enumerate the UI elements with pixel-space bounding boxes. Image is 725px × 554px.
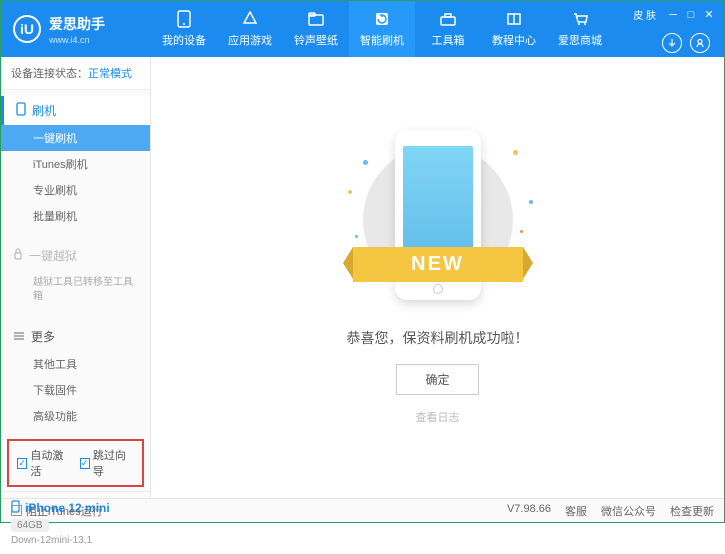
logo-icon: iU [13,15,41,43]
sidebar-head-more[interactable]: 更多 [1,322,150,351]
checkbox-skip-guide[interactable]: ✓ 跳过向导 [80,447,135,479]
new-banner: NEW [353,247,523,282]
nav-flash[interactable]: 智能刷机 [349,1,415,57]
menu-icon [13,330,25,344]
lock-icon [13,248,23,263]
close-button[interactable]: ✕ [702,8,716,22]
folder-icon [307,10,325,28]
view-log-link[interactable]: 查看日志 [416,409,460,425]
jailbreak-note: 越狱工具已转移至工具箱 [1,270,150,310]
refresh-icon [373,10,391,28]
minimize-button[interactable]: ─ [666,8,680,22]
sidebar: 设备连接状态：正常模式 刷机 一键刷机 iTunes刷机 专业刷机 批量刷机 一… [1,57,151,498]
sidebar-item-pro-flash[interactable]: 专业刷机 [1,177,150,203]
download-icon[interactable] [662,33,682,53]
footer-support[interactable]: 客服 [565,503,587,519]
main-panel: NEW 恭喜您，保资料刷机成功啦！ 确定 查看日志 [151,57,724,498]
cart-icon [571,10,589,28]
nav-toolbox[interactable]: 工具箱 [415,1,481,57]
ok-button[interactable]: 确定 [396,364,478,395]
sidebar-item-advanced[interactable]: 高级功能 [1,403,150,429]
sidebar-item-other-tools[interactable]: 其他工具 [1,351,150,377]
success-message: 恭喜您，保资料刷机成功啦！ [347,328,529,348]
brand-url: www.i4.cn [49,35,105,45]
nav-ringtones[interactable]: 铃声壁纸 [283,1,349,57]
phone-illustration: NEW [383,130,493,310]
apps-icon [241,10,259,28]
checkbox-block-itunes[interactable] [11,505,22,516]
checkbox-highlight-area: ✓ 自动激活 ✓ 跳过向导 [7,439,144,487]
phone-outline-icon [16,102,26,119]
connection-status: 设备连接状态：正常模式 [1,57,150,90]
nav-store[interactable]: 爱思商城 [547,1,613,57]
checkbox-auto-activate[interactable]: ✓ 自动激活 [17,447,72,479]
sidebar-head-flash[interactable]: 刷机 [1,96,150,125]
sidebar-item-batch-flash[interactable]: 批量刷机 [1,203,150,229]
block-itunes-label: 阻止iTunes运行 [26,503,103,519]
version-label: V7.98.66 [507,503,551,519]
sidebar-item-oneclick-flash[interactable]: 一键刷机 [1,125,150,151]
check-icon: ✓ [80,458,90,469]
user-icon[interactable] [690,33,710,53]
phone-icon [175,10,193,28]
footer-update[interactable]: 检查更新 [670,503,714,519]
skin-link[interactable]: 皮 肤 [633,7,656,22]
app-header: iU 爱思助手 www.i4.cn 我的设备 应用游戏 铃声壁纸 智能刷机 工具… [1,1,724,57]
nav-tutorials[interactable]: 教程中心 [481,1,547,57]
logo-area[interactable]: iU 爱思助手 www.i4.cn [1,14,151,45]
nav-apps[interactable]: 应用游戏 [217,1,283,57]
device-model: Down-12mini-13,1 [11,535,140,546]
sidebar-item-itunes-flash[interactable]: iTunes刷机 [1,151,150,177]
maximize-button[interactable]: □ [684,8,698,22]
sidebar-item-download-fw[interactable]: 下载固件 [1,377,150,403]
toolbox-icon [439,10,457,28]
footer-wechat[interactable]: 微信公众号 [601,503,656,519]
top-nav: 我的设备 应用游戏 铃声壁纸 智能刷机 工具箱 教程中心 爱思商城 [151,1,613,57]
sidebar-head-jailbreak: 一键越狱 [1,241,150,270]
nav-device[interactable]: 我的设备 [151,1,217,57]
check-icon: ✓ [17,458,27,469]
storage-badge: 64GB [11,519,49,532]
book-icon [505,10,523,28]
brand-name: 爱思助手 [49,14,105,34]
